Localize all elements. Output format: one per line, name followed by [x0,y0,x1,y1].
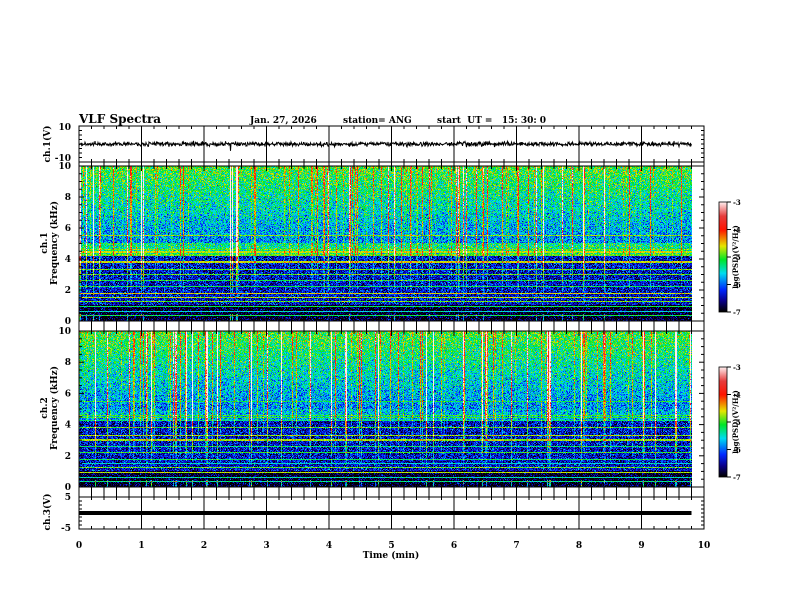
freq-tick-label: 0 [65,317,71,327]
x-tick-label: 3 [263,541,269,551]
freq-tick-label: 0 [65,483,71,493]
panel-frame [78,330,705,488]
ch1-spec-ylabel-top: ch.1 [40,232,50,253]
colorbar-tick-label: -7 [733,473,741,482]
station-label: station= ANG [343,116,412,126]
ch1-spec-ylabel: Frequency (kHz) [49,201,60,285]
colorbar-tick-label: -6 [733,281,741,290]
ch3-ytick: 5 [65,493,71,503]
ch3-ytick: -5 [61,524,71,534]
x-tick-label: 0 [76,541,82,551]
ch2-spec-ylabel-top: ch.2 [40,397,50,418]
colorbar-tick-label: -5 [733,253,741,262]
x-tick-label: 1 [138,541,144,551]
x-tick-label: 2 [201,541,207,551]
freq-tick-label: 8 [65,193,71,203]
start-time-label: start UT = 15: 30: 0 [437,116,546,126]
x-tick-label: 8 [576,541,582,551]
ch3-ylabel: ch.3(V) [42,494,53,531]
axes-layer: VLF Spectra Jan. 27, 2026 station= ANG s… [40,112,741,561]
freq-tick-label: 10 [58,162,71,172]
ch1-ytick: 10 [58,123,71,133]
colorbar-tick-label: -3 [733,198,741,207]
freq-tick-label: 6 [65,389,71,399]
colorbar-tick-label: -5 [733,418,741,427]
x-tick-label: 7 [513,541,519,551]
ch1-waveform [78,139,692,151]
x-tick-label: 6 [451,541,457,551]
colorbar-tick-label: -6 [733,446,741,455]
freq-tick-label: 6 [65,224,71,234]
x-tick-label: 5 [388,541,394,551]
x-tick-label: 4 [326,541,332,551]
x-tick-label: 9 [638,541,644,551]
panel-frame [78,165,705,322]
x-tick-label: 10 [698,541,711,551]
ch1-ylabel: ch.1(V) [42,126,53,163]
ch2-spec-ylabel: Frequency (kHz) [49,366,60,450]
freq-tick-label: 4 [65,255,71,265]
x-axis-label: Time (min) [363,550,420,561]
colorbar-tick-label: -7 [733,308,741,317]
colorbar-tick-label: -4 [733,226,741,235]
colorbar-tick-label: -4 [733,391,741,400]
freq-tick-label: 10 [58,327,71,337]
figure-title: VLF Spectra [78,112,161,126]
freq-tick-label: 2 [65,452,71,462]
colorbar-tick-label: -3 [733,363,741,372]
freq-tick-label: 4 [65,421,71,431]
freq-tick-label: 2 [65,286,71,296]
colorbar-frame [718,201,728,313]
vlf-spectra-figure: VLF Spectra Jan. 27, 2026 station= ANG s… [0,0,792,612]
date-label: Jan. 27, 2026 [249,116,317,126]
colorbar-frame [718,366,728,478]
freq-tick-label: 8 [65,358,71,368]
